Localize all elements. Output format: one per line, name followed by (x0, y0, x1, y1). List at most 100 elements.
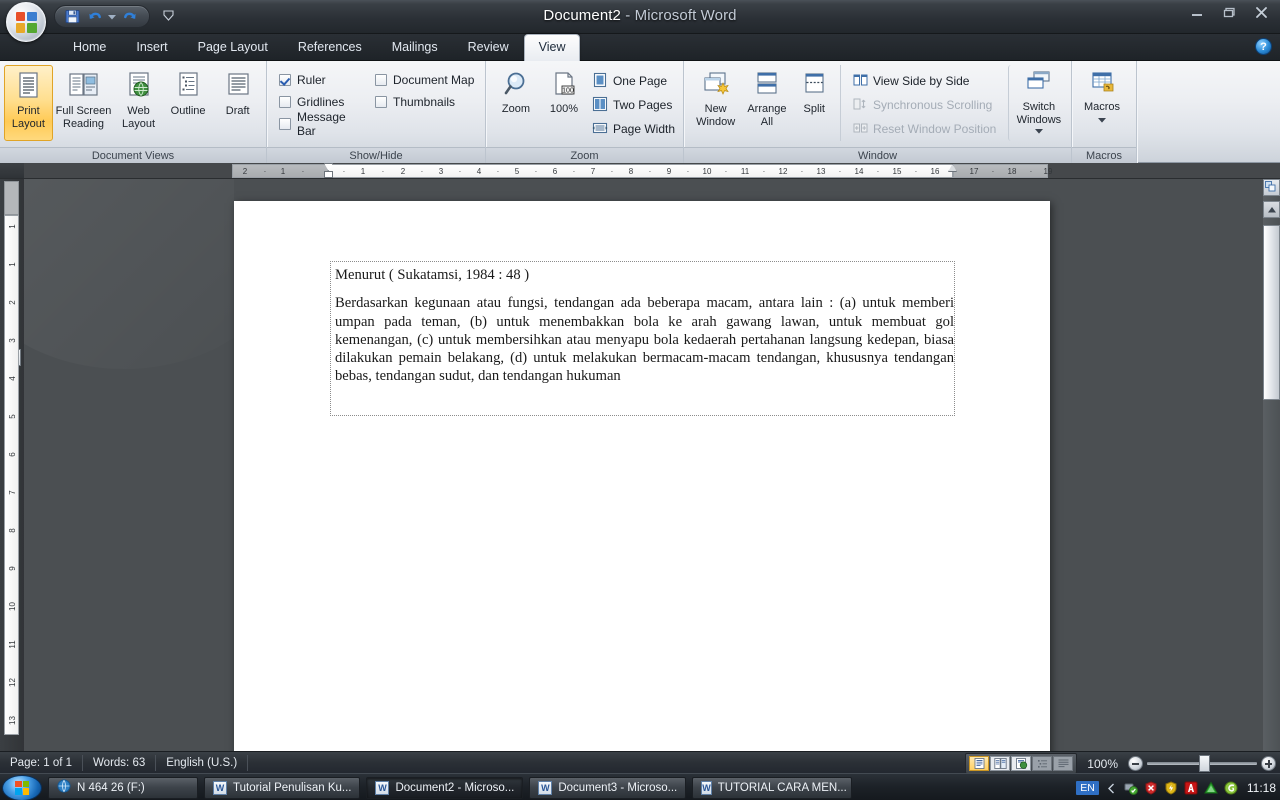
group-label-document-views: Document Views (0, 147, 266, 163)
two-pages-button[interactable]: Two Pages (588, 93, 679, 117)
split-icon (799, 70, 829, 100)
split-button[interactable]: Split (793, 65, 836, 141)
ruler-text-area[interactable]: 123 456 789 10 11 12 13 14 15 16 · · · · · · · · ·… (328, 164, 953, 178)
tab-review[interactable]: Review (453, 35, 524, 61)
window-title: Document2 - Microsoft Word (0, 7, 1280, 24)
page-width-icon (592, 120, 608, 139)
office-button[interactable] (6, 2, 46, 42)
taskbar-item-document3-label: Document3 - Microso... (558, 781, 678, 794)
taskbar-item-tutorial-cara-men[interactable]: W TUTORIAL CARA MEN... (692, 776, 853, 799)
zoom-100-button[interactable]: 100 100% (540, 65, 588, 141)
one-page-button[interactable]: One Page (588, 69, 679, 93)
reset-window-position-button: Reset Window Position (849, 117, 1006, 141)
document-page[interactable]: Menurut ( Sukatamsi, 1984 : 48 ) Berdasa… (234, 201, 1050, 751)
show-hidden-icons-button[interactable] (1104, 781, 1119, 796)
shield-red-icon[interactable] (1144, 781, 1159, 796)
checkbox-message-bar[interactable]: Message Bar (275, 110, 371, 138)
start-button[interactable] (2, 774, 42, 800)
checkbox-gridlines[interactable]: Gridlines (275, 92, 371, 111)
draft-view-button[interactable] (1053, 756, 1074, 771)
arrange-all-label-2: All (760, 115, 774, 128)
checkbox-document-map[interactable]: Document Map (371, 70, 478, 89)
text-content-frame[interactable]: Menurut ( Sukatamsi, 1984 : 48 ) Berdasa… (330, 261, 955, 416)
zoom-slider[interactable] (1128, 755, 1276, 772)
switch-windows-button[interactable]: Switch Windows (1007, 65, 1067, 141)
group-label-zoom: Zoom (486, 147, 683, 163)
swirl-icon[interactable] (1224, 781, 1239, 796)
tab-references[interactable]: References (283, 35, 377, 61)
checkbox-thumbnails[interactable]: Thumbnails (371, 92, 478, 111)
network-icon[interactable] (1124, 781, 1139, 796)
ribbon-group-window: New Window Arrange All Split View Side b… (684, 61, 1072, 163)
zoom-percent-label[interactable]: 100% (1083, 757, 1122, 771)
view-side-by-side-icon (853, 73, 868, 90)
document-paragraph-1[interactable]: Menurut ( Sukatamsi, 1984 : 48 ) (335, 266, 954, 284)
tab-home[interactable]: Home (58, 35, 121, 61)
draft-button[interactable]: Draft (213, 65, 262, 141)
web-layout-view-button[interactable] (1011, 756, 1032, 771)
new-window-label-2: Window (696, 115, 736, 128)
left-indent-marker[interactable] (324, 171, 333, 178)
scrollbar-thumb[interactable] (1263, 225, 1280, 400)
language-indicator-tray[interactable]: EN (1076, 781, 1099, 795)
shield-yellow-icon[interactable] (1164, 781, 1179, 796)
zoom-track[interactable] (1147, 755, 1257, 772)
tab-mailings[interactable]: Mailings (377, 35, 453, 61)
document-paragraph-2[interactable]: Berdasarkan kegunaan atau fungsi, tendan… (335, 294, 954, 385)
print-layout-button[interactable]: Print Layout (4, 65, 53, 141)
app-name-suffix: - Microsoft Word (621, 7, 737, 24)
zoom-thumb[interactable] (1199, 755, 1210, 772)
macros-dropdown-arrow-icon (1098, 114, 1106, 127)
ruler-left-margin-area[interactable]: 21 · · (232, 164, 328, 178)
ribbon-group-show-hide: Ruler Gridlines Message Bar Document Map (267, 61, 486, 163)
select-browse-object-button[interactable] (1263, 179, 1280, 196)
word-count[interactable]: Words: 63 (83, 754, 157, 771)
green-triangle-icon[interactable] (1204, 781, 1219, 796)
switch-windows-dropdown-arrow-icon (1034, 125, 1043, 138)
document-map-label: Document Map (393, 72, 475, 87)
taskbar-item-document3[interactable]: W Document3 - Microso... (529, 776, 687, 799)
document-map-checkbox-icon (375, 73, 387, 86)
web-layout-button[interactable]: Web Layout (114, 65, 163, 141)
checkbox-ruler[interactable]: Ruler (275, 70, 371, 89)
outline-button[interactable]: Outline (164, 65, 213, 141)
thumbnails-checkbox-icon (375, 95, 387, 108)
restore-button[interactable] (1214, 2, 1244, 23)
view-side-by-side-button[interactable]: View Side by Side (849, 69, 1006, 93)
ruler-right-marks: 17 18 19 · · (969, 167, 1053, 176)
full-screen-reading-button[interactable]: Full Screen Reading (54, 65, 113, 141)
synchronous-scrolling-label: Synchronous Scrolling (872, 98, 993, 112)
taskbar-item-drive[interactable]: N 464 26 (F:) (48, 776, 198, 799)
ruler-right-margin-area[interactable]: 17 18 19 · · (953, 164, 1053, 178)
horizontal-ruler[interactable]: 21 · · 123 456 789 10 11 12 13 14 15 16 · · · ·… (0, 163, 1280, 179)
taskbar-item-tutorial-penulisan[interactable]: W Tutorial Penulisan Ku... (204, 776, 361, 799)
taskbar-item-document2[interactable]: W Document2 - Microso... (366, 776, 524, 799)
tab-insert[interactable]: Insert (121, 35, 182, 61)
full-screen-reading-label-2: Reading (63, 117, 104, 130)
full-screen-reading-view-button[interactable] (990, 756, 1011, 771)
vertical-ruler[interactable]: 1 1 2 3 4 5 6 7 8 9 10 11 12 13 (0, 179, 24, 751)
arrange-all-button[interactable]: Arrange All (741, 65, 792, 141)
vertical-scrollbar[interactable] (1263, 179, 1280, 751)
page-indicator[interactable]: Page: 1 of 1 (0, 754, 84, 771)
help-icon[interactable]: ? (1255, 38, 1272, 55)
page-width-button[interactable]: Page Width (588, 117, 679, 141)
close-button[interactable] (1246, 2, 1276, 23)
outline-view-button[interactable] (1032, 756, 1053, 771)
tab-view[interactable]: View (523, 34, 581, 61)
clock[interactable]: 11:18 (1244, 781, 1276, 795)
zoom-out-button[interactable] (1128, 756, 1143, 771)
ruler-label: Ruler (297, 72, 326, 87)
scroll-up-button[interactable] (1263, 201, 1280, 218)
macros-button[interactable]: Macros (1073, 65, 1131, 141)
tab-page-layout[interactable]: Page Layout (183, 35, 283, 61)
zoom-dialog-button[interactable]: Zoom (492, 65, 540, 141)
ribbon-group-zoom: Zoom 100 100% One Page Two Pages Page Wi… (486, 61, 684, 163)
language-indicator[interactable]: English (U.S.) (156, 754, 249, 771)
antivirus-icon[interactable] (1184, 781, 1199, 796)
zoom-in-button[interactable] (1261, 756, 1276, 771)
print-layout-view-button[interactable] (969, 756, 990, 771)
ruler-checkbox-icon (279, 73, 291, 86)
minimize-button[interactable] (1182, 2, 1212, 23)
new-window-button[interactable]: New Window (690, 65, 741, 141)
